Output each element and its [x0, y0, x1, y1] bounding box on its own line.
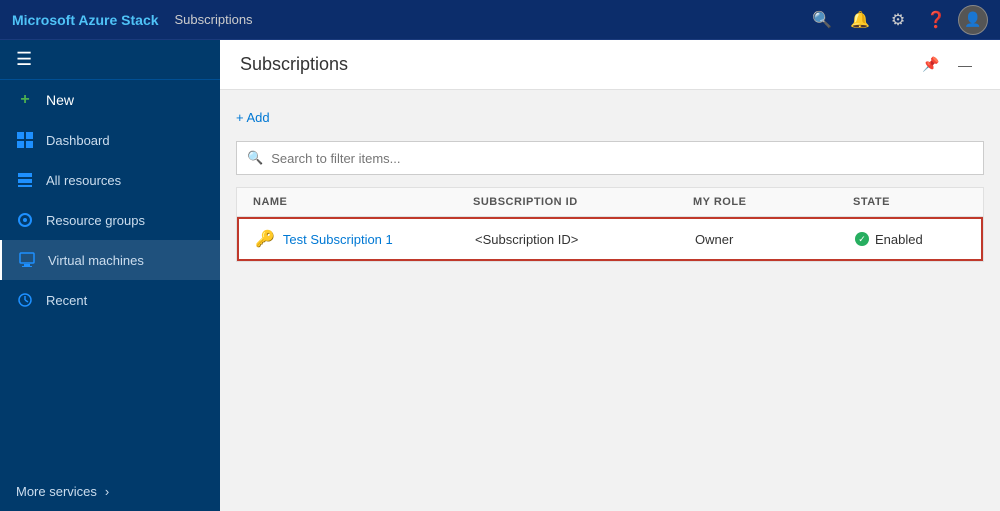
notification-icon[interactable]: 🔔 [844, 4, 876, 36]
sidebar-more-services[interactable]: More services › [0, 472, 220, 511]
more-services-label: More services [16, 484, 97, 499]
col-state: STATE [853, 196, 984, 208]
subscription-name[interactable]: Test Subscription 1 [283, 232, 393, 247]
add-button[interactable]: + Add [236, 106, 984, 129]
sidebar-item-recent[interactable]: Recent [0, 280, 220, 320]
breadcrumb: Subscriptions [175, 12, 806, 27]
table-row[interactable]: 🔑 Test Subscription 1 <Subscription ID> … [237, 217, 983, 261]
sidebar-item-all-resources-label: All resources [46, 173, 121, 188]
sidebar-item-recent-label: Recent [46, 293, 87, 308]
table-header: NAME SUBSCRIPTION ID MY ROLE STATE [237, 188, 983, 217]
col-name: NAME [253, 196, 473, 208]
col-subscription-id: SUBSCRIPTION ID [473, 196, 693, 208]
status-dot: ✓ [855, 232, 869, 246]
sidebar-item-all-resources[interactable]: All resources [0, 160, 220, 200]
search-bar: 🔍 [236, 141, 984, 175]
top-bar-icons: 🔍 🔔 ⚙ ❓ 👤 [806, 4, 988, 36]
dashboard-icon [16, 131, 34, 149]
sidebar-item-new-label: New [46, 92, 74, 108]
content-area: Subscriptions 📌 — + Add 🔍 NAME SUBSCRIPT… [220, 40, 1000, 511]
settings-icon[interactable]: ⚙ [882, 4, 914, 36]
cell-subscription-id: <Subscription ID> [475, 232, 695, 247]
resource-groups-icon [16, 211, 34, 229]
all-resources-icon [16, 171, 34, 189]
col-role: MY ROLE [693, 196, 853, 208]
virtual-machines-icon [18, 251, 36, 269]
pin-icon[interactable]: 📌 [916, 50, 946, 80]
status-enabled: ✓ Enabled [855, 232, 923, 247]
search-icon[interactable]: 🔍 [806, 4, 838, 36]
sidebar-item-resource-groups-label: Resource groups [46, 213, 145, 228]
header-actions: 📌 — [916, 50, 980, 80]
more-services-arrow-icon: › [105, 484, 109, 499]
sidebar-item-dashboard[interactable]: Dashboard [0, 120, 220, 160]
status-label: Enabled [875, 232, 923, 247]
page-title: Subscriptions [240, 54, 348, 75]
help-icon[interactable]: ❓ [920, 4, 952, 36]
subscriptions-table: NAME SUBSCRIPTION ID MY ROLE STATE 🔑 Tes… [236, 187, 984, 262]
sidebar-item-new[interactable]: + New [0, 80, 220, 120]
content-body: + Add 🔍 NAME SUBSCRIPTION ID MY ROLE STA… [220, 90, 1000, 511]
content-header: Subscriptions 📌 — [220, 40, 1000, 90]
add-button-label: + Add [236, 110, 270, 125]
sidebar-nav: + New Dashboard All resourc [0, 80, 220, 472]
cell-name: 🔑 Test Subscription 1 [255, 229, 475, 249]
key-icon: 🔑 [255, 229, 275, 249]
sidebar: ☰ + New Dashboard [0, 40, 220, 511]
hamburger-icon[interactable]: ☰ [16, 49, 32, 70]
main-layout: ☰ + New Dashboard [0, 40, 1000, 511]
sidebar-item-virtual-machines[interactable]: Virtual machines [0, 240, 220, 280]
top-bar: Microsoft Azure Stack Subscriptions 🔍 🔔 … [0, 0, 1000, 40]
cell-state: ✓ Enabled [855, 232, 984, 247]
sidebar-item-dashboard-label: Dashboard [46, 133, 110, 148]
sidebar-toolbar: ☰ [0, 40, 220, 80]
avatar[interactable]: 👤 [958, 5, 988, 35]
sidebar-item-virtual-machines-label: Virtual machines [48, 253, 144, 268]
app-title: Microsoft Azure Stack [12, 12, 159, 28]
search-input[interactable] [271, 151, 973, 166]
recent-icon [16, 291, 34, 309]
sidebar-item-resource-groups[interactable]: Resource groups [0, 200, 220, 240]
search-bar-icon: 🔍 [247, 150, 263, 166]
cell-role: Owner [695, 232, 855, 247]
plus-icon: + [16, 91, 34, 109]
minimize-icon[interactable]: — [950, 50, 980, 80]
